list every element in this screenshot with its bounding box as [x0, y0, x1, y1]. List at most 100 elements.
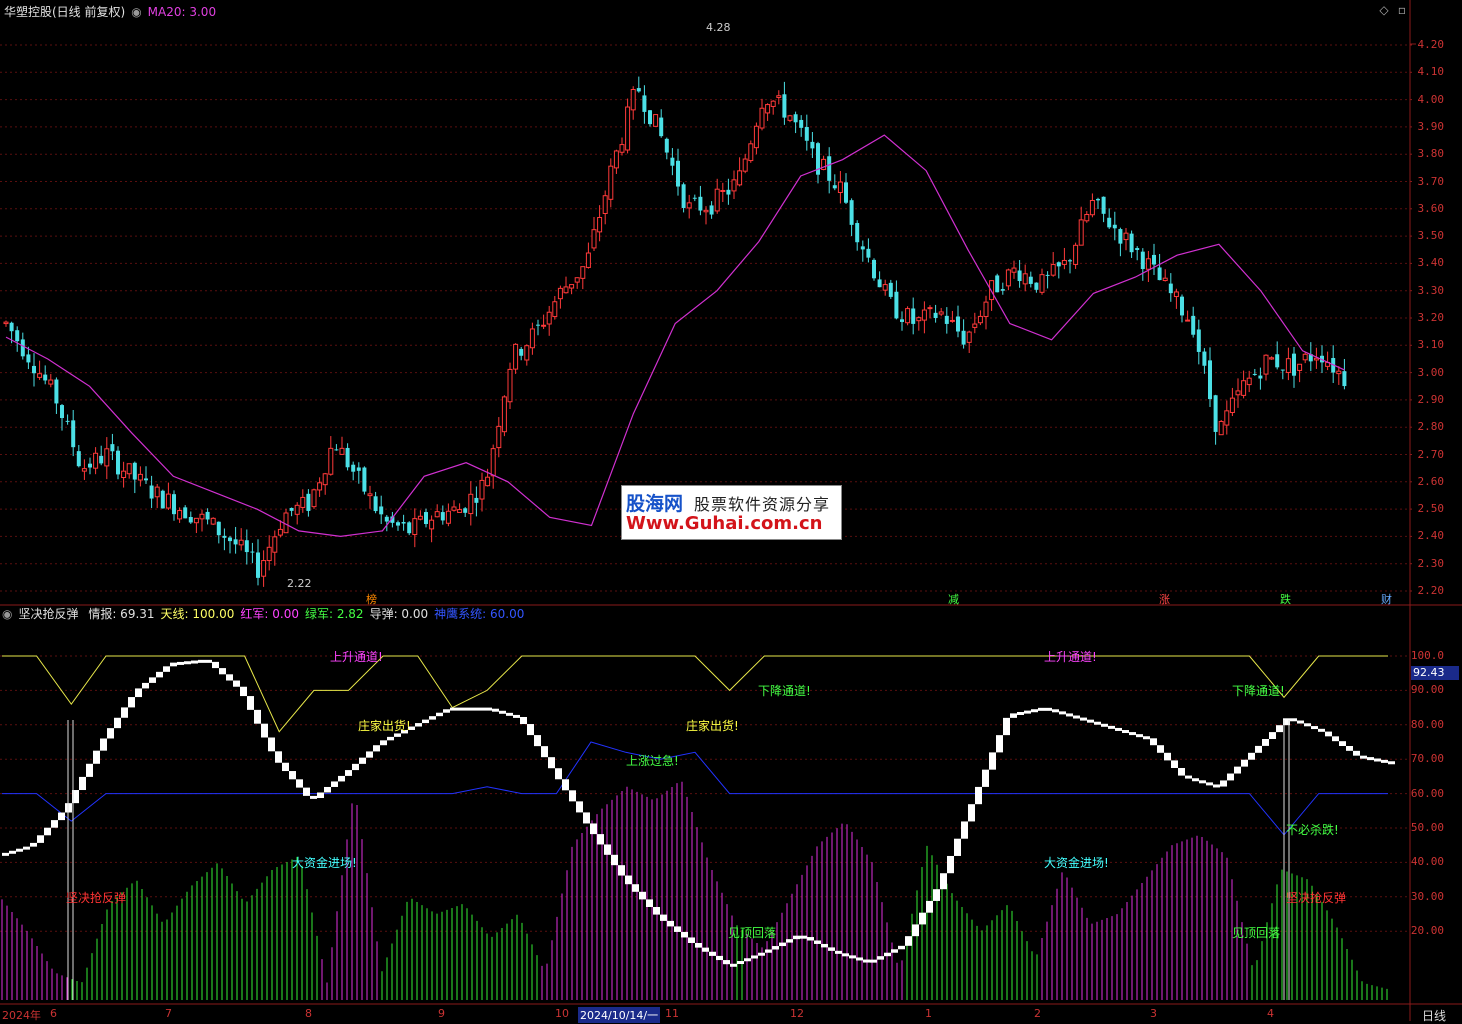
event-marker[interactable]: 减: [948, 591, 959, 607]
shenying-line: [2, 741, 1388, 836]
qingbao-step: [1290, 718, 1297, 722]
indicator-value: 神鹰系统: 60.00: [434, 607, 525, 621]
price-tick: 3.00: [1417, 365, 1445, 379]
qingbao-step: [625, 875, 632, 885]
date-tick: 10: [555, 1007, 569, 1020]
event-marker[interactable]: 涨: [1159, 591, 1170, 607]
candle-body: [787, 115, 793, 121]
candle-body: [490, 448, 496, 477]
price-tick: 3.50: [1417, 229, 1445, 243]
candle-body: [574, 277, 580, 283]
signal-label: 上升通道!: [1044, 650, 1097, 664]
candle-body: [1061, 259, 1067, 265]
candle-body: [1112, 224, 1117, 229]
candle-body: [417, 515, 423, 520]
ma-toggle-icon[interactable]: ◉: [131, 5, 141, 19]
maximize-icon[interactable]: ▫: [1396, 4, 1408, 16]
qingbao-step: [100, 738, 107, 751]
qingbao-step: [436, 712, 443, 717]
indicator-tick: 100.0: [1410, 649, 1444, 662]
candle-body: [1101, 196, 1106, 214]
price-tick: 3.40: [1417, 256, 1445, 270]
qingbao-step: [1178, 767, 1185, 776]
candle-body: [172, 494, 176, 515]
qingbao-step: [1311, 726, 1318, 730]
event-marker[interactable]: 财: [1381, 591, 1392, 607]
candle-body: [513, 343, 519, 370]
candle-body: [485, 476, 491, 487]
candle-body: [630, 89, 636, 111]
candle-body: [1078, 219, 1084, 246]
qingbao-step: [590, 823, 597, 835]
qingbao-step: [1206, 782, 1213, 786]
indicator-value: 天线: 100.00: [160, 607, 235, 621]
qingbao-step: [149, 677, 156, 683]
qingbao-step: [527, 724, 534, 736]
qingbao-step: [1192, 778, 1199, 782]
candle-body: [183, 507, 188, 519]
signal-label: 下降通道!: [1232, 684, 1285, 698]
event-marker[interactable]: 跌: [1280, 591, 1291, 607]
qingbao-step: [555, 768, 562, 780]
qingbao-step: [898, 945, 905, 950]
candle-body: [1258, 375, 1263, 379]
candle-body: [474, 497, 479, 503]
qingbao-step: [597, 834, 604, 845]
qingbao-step: [324, 786, 331, 793]
candle-body: [48, 379, 54, 385]
candle-body: [1173, 291, 1179, 298]
candle-body: [396, 522, 400, 526]
candle-body: [905, 308, 911, 324]
indicator-name[interactable]: 坚决抢反弹: [18, 607, 78, 621]
candle-body: [1235, 390, 1241, 396]
qingbao-step: [359, 757, 366, 764]
candle-body: [709, 205, 714, 215]
price-tick: 3.20: [1417, 311, 1445, 324]
qingbao-step: [212, 661, 219, 669]
candle-body: [995, 275, 1000, 293]
price-tick: 2.50: [1417, 502, 1445, 516]
candle-body: [1056, 262, 1061, 267]
candle-body: [1180, 296, 1184, 316]
candle-body: [1028, 276, 1033, 284]
candle-body: [714, 188, 720, 212]
candle-body: [944, 315, 949, 324]
candle-body: [686, 202, 692, 209]
candle-body: [529, 328, 535, 349]
stock-title[interactable]: 华塑控股(日线 前复权): [4, 5, 125, 19]
qingbao-step: [1374, 758, 1381, 762]
qingbao-step: [1059, 711, 1066, 715]
qingbao-step: [387, 736, 394, 741]
ma20-label: MA20: 3.00: [147, 5, 217, 19]
candle-body: [1302, 353, 1308, 361]
candle-body: [636, 88, 641, 92]
candle-body: [126, 463, 132, 475]
indicator-value: 绿军: 2.82: [304, 607, 364, 621]
qingbao-step: [1339, 741, 1346, 747]
qingbao-step: [1108, 725, 1115, 729]
date-tick: 7: [165, 1007, 172, 1020]
watermark-brand: 股海网: [626, 493, 684, 515]
date-tick: 2: [1034, 1007, 1041, 1020]
indicator-current-value: 92.43: [1411, 666, 1459, 680]
indicator-settings-icon[interactable]: ◉: [2, 607, 12, 621]
signal-label: 坚决抢反弹: [66, 891, 127, 905]
candle-body: [580, 266, 586, 279]
candle-body: [222, 535, 227, 538]
qingbao-step: [1171, 760, 1178, 768]
qingbao-step: [296, 779, 303, 788]
signal-label: 见顶回落: [1232, 926, 1281, 940]
event-marker[interactable]: 榜: [366, 591, 377, 607]
chart-window: 华塑控股(日线 前复权) ◉ MA20: 3.00 ◇ ▫ ◉ 坚决抢反弹 情报: 6…: [0, 0, 1462, 1024]
candle-body: [1000, 289, 1005, 291]
collapse-icon[interactable]: ◇: [1378, 4, 1390, 16]
candle-body: [1202, 351, 1207, 366]
candle-body: [424, 512, 428, 524]
candle-body: [597, 217, 603, 233]
period-label[interactable]: 日线: [1422, 1007, 1446, 1024]
candle-body: [384, 516, 389, 522]
date-tick: 1: [925, 1007, 932, 1020]
qingbao-step: [744, 958, 751, 962]
qingbao-step: [380, 740, 387, 746]
qingbao-step: [86, 763, 93, 777]
